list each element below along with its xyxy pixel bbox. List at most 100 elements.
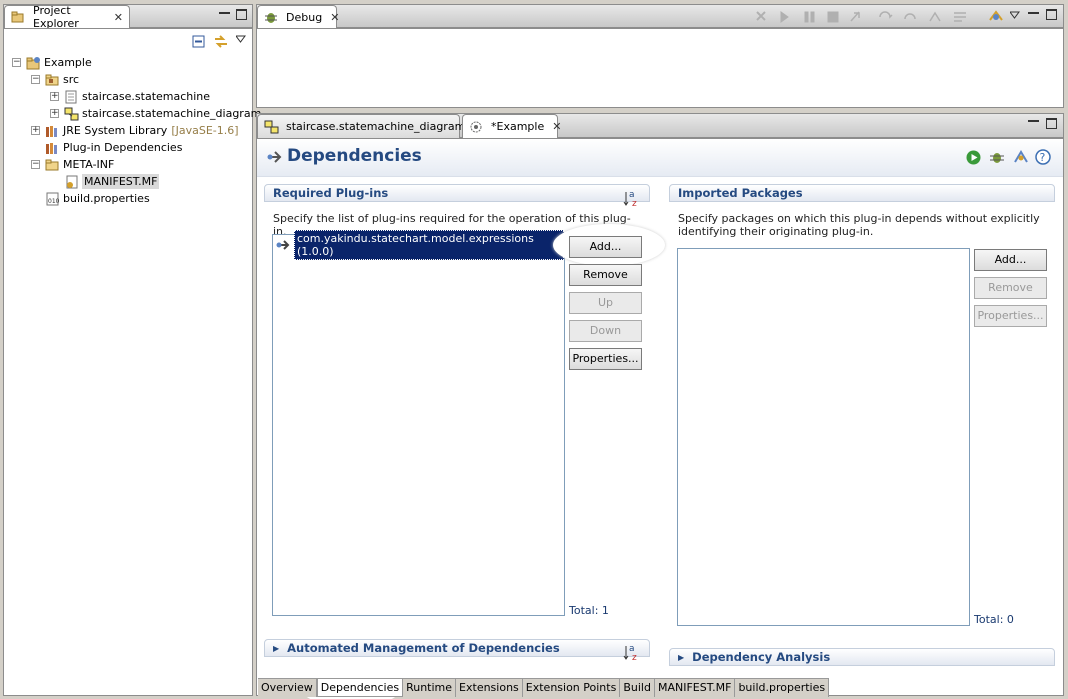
tree-item-manifest[interactable]: MANIFEST.MF [64,173,160,190]
debug-icon [264,10,278,24]
required-plugins-section-header: Required Plug-ins [264,184,650,202]
help-icon[interactable]: ? [1035,149,1051,165]
maximize-icon[interactable] [1046,9,1057,20]
plugin-project-icon [26,56,40,70]
chevron-right-icon: ▶ [273,643,280,653]
section-title: Imported Packages [678,186,803,200]
close-icon[interactable]: ✕ [114,11,123,24]
properties-button[interactable]: Properties... [569,348,642,370]
imported-packages-section-header: Imported Packages [669,184,1055,202]
page-title: Dependencies [287,146,422,166]
expand-toggle[interactable]: + [50,109,59,118]
minimize-icon[interactable] [219,8,230,14]
plugin-manifest-icon [469,120,483,134]
maximize-icon[interactable] [236,9,247,20]
remove-package-button[interactable]: Remove [974,277,1047,299]
tab-manifest-editor[interactable]: *Example ✕ [462,114,561,138]
tab-extensions[interactable]: Extensions [456,679,523,697]
collapse-toggle[interactable]: − [12,58,21,67]
imported-packages-description: Specify packages on which this plug-in d… [678,212,1040,238]
link-with-editor-icon[interactable] [213,34,227,48]
run-icon[interactable] [966,150,981,165]
manifest-file-icon [64,175,78,189]
tree-item-label: staircase.statemachine_diagram [82,107,262,120]
tree-item-label: Example [44,56,92,69]
diagram-file-icon [64,107,79,121]
tab-label: staircase.statemachine_diagram [286,120,466,133]
section-title: Required Plug-ins [273,186,389,200]
tree-item-label: MANIFEST.MF [82,174,160,189]
required-plugins-list[interactable]: com.yakindu.statechart.model.expressions… [272,230,565,616]
collapse-toggle[interactable]: − [31,75,40,84]
tree-item-statemachine[interactable]: + staircase.statemachine [50,88,210,105]
tab-debug[interactable]: Debug ✕ [257,5,339,28]
tree-item-src[interactable]: − src [31,71,79,88]
svg-text:z: z [632,199,637,207]
tree-item-plugin-deps[interactable]: Plug-in Dependencies [45,139,182,156]
down-button[interactable]: Down [569,320,642,342]
tree-item-label: build.properties [63,192,150,205]
imported-packages-list[interactable] [677,248,970,626]
expand-toggle[interactable]: + [50,92,59,101]
sort-az-icon[interactable]: az [623,189,641,209]
svg-text:010: 010 [48,198,60,205]
form-page-tabs: Overview Dependencies Runtime Extensions… [258,678,830,697]
tab-extension-points[interactable]: Extension Points [523,679,621,697]
package-properties-button[interactable]: Properties... [974,305,1047,327]
tab-label: *Example [491,120,545,133]
sort-az-icon[interactable]: az [623,643,641,663]
up-button[interactable]: Up [569,292,642,314]
list-item[interactable]: com.yakindu.statechart.model.expressions… [276,230,564,260]
export-icon[interactable] [1013,149,1028,163]
dependencies-form-icon [267,149,285,165]
tab-build[interactable]: Build [620,679,655,697]
remove-button[interactable]: Remove [569,264,642,286]
source-folder-icon [45,73,59,87]
add-button[interactable]: Add... [569,236,642,258]
tree-item-label: src [63,73,80,86]
tree-item-jre[interactable]: + JRE System Library [JavaSE-1.6] [31,122,239,139]
tab-runtime[interactable]: Runtime [403,679,457,697]
list-item-label: com.yakindu.statechart.model.expressions… [294,230,564,260]
plugin-icon [276,238,290,252]
view-menu-icon[interactable] [1009,9,1024,23]
view-menu-icon[interactable] [235,33,250,47]
collapse-all-icon[interactable] [192,35,206,49]
tab-build-properties[interactable]: build.properties [735,679,830,697]
dependency-analysis-section[interactable]: ▶ Dependency Analysis [669,648,1055,666]
close-icon[interactable]: ✕ [330,11,339,24]
tab-project-explorer-label: Project Explorer [33,4,79,30]
tree-item-example[interactable]: − Example [12,54,92,71]
tab-project-explorer[interactable]: Project Explorer ✕ [4,4,130,30]
tab-dependencies[interactable]: Dependencies [316,679,404,697]
tab-diagram-editor[interactable]: staircase.statemachine_diagram [257,114,465,138]
debug-launch-icon[interactable] [988,8,1003,22]
file-icon [64,90,78,104]
library-icon [45,124,59,138]
minimize-icon[interactable] [1028,8,1039,14]
tree-item-label: staircase.statemachine [82,90,211,103]
svg-text:z: z [632,653,637,661]
tree-item-meta-inf[interactable]: − META-INF [31,156,114,173]
maximize-icon[interactable] [1046,118,1057,129]
tree-item-build-properties[interactable]: 010 build.properties [45,190,150,207]
tree-item-label: JRE System Library [63,124,168,137]
properties-file-icon: 010 [45,192,60,206]
section-title: Automated Management of Dependencies [287,641,560,655]
tab-overview[interactable]: Overview [258,679,317,697]
tab-manifest-mf[interactable]: MANIFEST.MF [655,679,736,697]
debug-launch-icon[interactable] [989,149,1004,163]
minimize-icon[interactable] [1028,116,1039,122]
tree-item-label: Plug-in Dependencies [63,141,183,154]
folder-open-icon [45,158,59,172]
required-total: Total: 1 [569,604,609,617]
automated-management-section[interactable]: ▶ Automated Management of Dependencies [264,639,650,657]
collapse-toggle[interactable]: − [31,160,40,169]
tree-item-statemachine-diagram[interactable]: + staircase.statemachine_diagram [50,105,261,122]
imported-total: Total: 0 [974,613,1014,626]
tree-item-label: META-INF [63,158,115,171]
add-package-button[interactable]: Add... [974,249,1047,271]
close-icon[interactable]: ✕ [552,120,561,133]
section-title: Dependency Analysis [692,650,831,664]
expand-toggle[interactable]: + [31,126,40,135]
